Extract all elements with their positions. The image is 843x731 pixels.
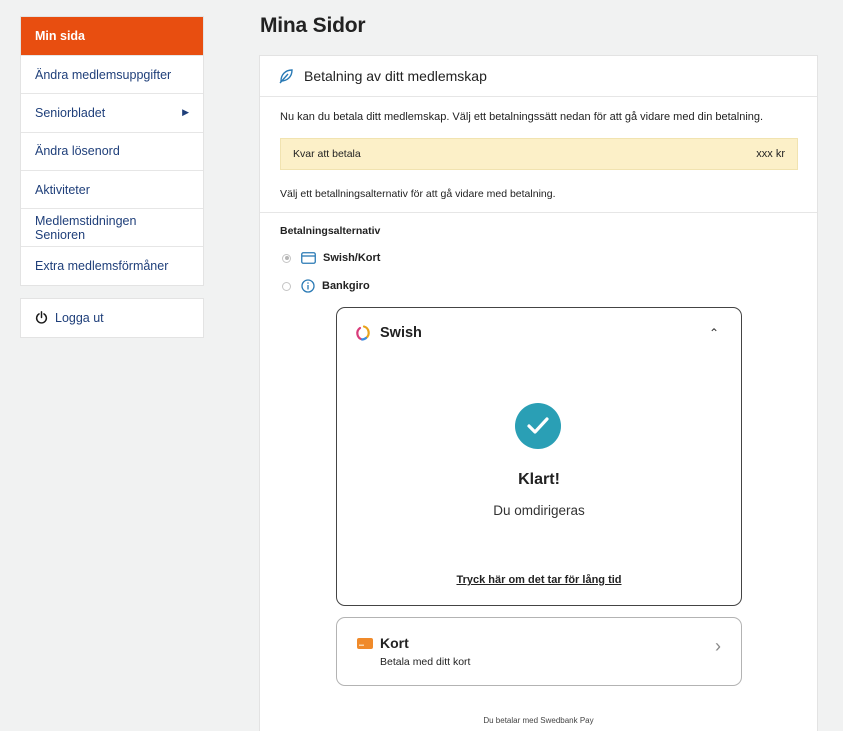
card-title: Kort (380, 635, 409, 651)
amount-due-value: xxx kr (756, 148, 785, 160)
sidebar-item-medlemstidningen[interactable]: Medlemstidningen Senioren (21, 208, 203, 246)
option-label: Bankgiro (322, 280, 370, 292)
payment-panel: Betalning av ditt medlemskap Nu kan du b… (259, 55, 818, 731)
swish-card: Swish ⌃ Klart! Du omdirigeras Tryck här … (336, 307, 742, 606)
sidebar-item-extra-formaner[interactable]: Extra medlemsförmåner (21, 246, 203, 284)
swish-logo-icon (356, 325, 370, 341)
swish-header[interactable]: Swish (355, 325, 422, 341)
choose-option-text: Välj ett betallningsalternativ för att g… (280, 188, 556, 200)
page-title: Mina Sidor (260, 14, 366, 37)
check-circle-icon (515, 403, 561, 449)
status-title: Klart! (518, 471, 560, 488)
amount-due-label: Kvar att betala (293, 148, 361, 160)
logout-label: Logga ut (55, 310, 104, 325)
chevron-right-icon: › (715, 636, 721, 656)
triangle-right-icon: ▶ (182, 107, 189, 118)
payment-options-label: Betalningsalternativ (280, 225, 381, 237)
info-icon (301, 279, 315, 293)
sidebar-item-andra-medlemsuppgifter[interactable]: Ändra medlemsuppgifter (21, 55, 203, 93)
sidebar-item-label: Extra medlemsförmåner (35, 259, 169, 274)
sidebar-item-aktiviteter[interactable]: Aktiviteter (21, 169, 203, 208)
sidebar-item-label: Ändra lösenord (35, 144, 120, 159)
option-swish-kort[interactable]: Swish/Kort (282, 252, 380, 264)
amount-due-box: Kvar att betala xxx kr (280, 138, 798, 170)
sidebar-item-seniorbladet[interactable]: Seniorbladet ▶ (21, 93, 203, 131)
panel-header: Betalning av ditt medlemskap (260, 56, 817, 97)
panel-heading: Betalning av ditt medlemskap (304, 68, 487, 84)
card-icon (357, 638, 373, 649)
sidebar-item-min-sida[interactable]: Min sida (21, 17, 203, 55)
option-label: Swish/Kort (323, 252, 381, 264)
feather-icon (279, 69, 293, 84)
sidebar-menu: Min sida Ändra medlemsuppgifter Seniorbl… (20, 16, 204, 286)
intro-text: Nu kan du betala ditt medlemskap. Välj e… (280, 111, 764, 123)
radio-swish-kort[interactable] (282, 253, 291, 263)
sidebar-item-label: Ändra medlemsuppgifter (35, 67, 172, 82)
card-payment-option[interactable]: Kort Betala med ditt kort › (336, 617, 742, 686)
logout-button[interactable]: Logga ut (20, 297, 204, 338)
sidebar-item-andra-losenord[interactable]: Ändra lösenord (21, 131, 203, 170)
power-icon (35, 311, 48, 324)
too-slow-link[interactable]: Tryck här om det tar för lång tid (337, 574, 741, 586)
sidebar-item-label: Medlemstidningen Senioren (35, 213, 137, 242)
divider (260, 212, 817, 213)
card-subtitle: Betala med ditt kort (380, 656, 471, 668)
chevron-up-icon[interactable]: ⌃ (709, 326, 719, 340)
swish-title: Swish (380, 325, 422, 341)
radio-bankgiro[interactable] (282, 281, 291, 291)
credit-card-icon (301, 252, 316, 264)
sidebar-item-label: Seniorbladet (35, 105, 106, 120)
sidebar: Min sida Ändra medlemsuppgifter Seniorbl… (20, 16, 204, 338)
redirect-text: Du omdirigeras (493, 503, 585, 518)
sidebar-item-label: Min sida (35, 29, 86, 43)
provider-note: Du betalar med Swedbank Pay (483, 716, 594, 725)
sidebar-item-label: Aktiviteter (35, 182, 90, 197)
option-bankgiro[interactable]: Bankgiro (282, 279, 370, 293)
